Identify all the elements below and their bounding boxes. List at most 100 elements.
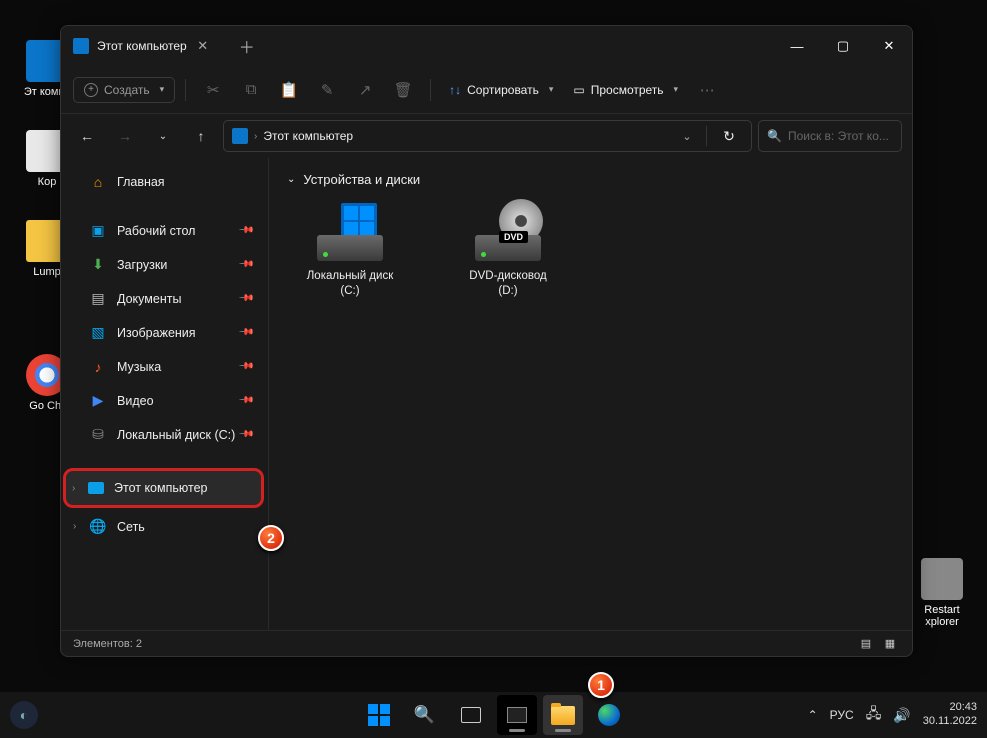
taskbar-app-1[interactable] [497,695,537,735]
chevron-right-icon: › [254,131,257,142]
sidebar-item-this-pc[interactable]: › Этот компьютер [63,468,264,508]
minimize-button[interactable]: — [774,26,820,66]
create-button[interactable]: + Создать ▾ [73,77,175,103]
more-button[interactable]: ⋯ [690,73,724,107]
share-button[interactable]: ↗ [348,73,382,107]
titlebar[interactable]: Этот компьютер ✕ ＋ — ▢ ✕ [61,26,912,66]
sidebar-label: Видео [117,394,154,408]
taskbar-edge[interactable] [589,695,629,735]
chevron-down-icon: ⌄ [287,174,295,185]
view-button[interactable]: ▭ Просмотреть ▾ [565,78,686,102]
tab-close-button[interactable]: ✕ [195,38,211,54]
sidebar-item-local-disk[interactable]: ⛁ Локальный диск (C:) 📌 [67,418,262,451]
clock[interactable]: 20:43 30.11.2022 [923,701,977,729]
copy-button[interactable]: ⧉ [234,73,268,107]
sidebar-item-music[interactable]: ♪ Музыка 📌 [67,350,262,383]
sidebar-item-pictures[interactable]: ▧ Изображения 📌 [67,316,262,349]
sidebar-label: Рабочий стол [117,224,195,238]
pin-icon: 📌 [237,324,254,341]
drive-d[interactable]: DVD DVD-дисковод (D:) [453,197,563,305]
explorer-window: Этот компьютер ✕ ＋ — ▢ ✕ + Создать ▾ ✂ ⧉… [60,25,913,657]
refresh-button[interactable]: ↻ [715,128,743,145]
pin-icon: 📌 [237,426,254,443]
sidebar-label: Главная [117,175,165,189]
chevron-down-icon: ▾ [549,84,554,95]
pin-icon: 📌 [237,358,254,375]
sort-button[interactable]: ↑↓ Сортировать ▾ [441,78,561,102]
address-bar[interactable]: › Этот компьютер ⌄ ↻ [223,120,752,152]
maximize-button[interactable]: ▢ [820,26,866,66]
tab-this-pc[interactable]: Этот компьютер ✕ [61,26,227,66]
content-area[interactable]: ⌄ Устройства и диски Локальный диск (C:) [269,158,912,630]
search-input[interactable]: 🔍 Поиск в: Этот ко... [758,120,902,152]
tray-overflow-button[interactable]: ⌃ [808,708,818,722]
dvd-badge: DVD [499,231,528,243]
sidebar-label: Загрузки [117,258,167,272]
search-placeholder: Поиск в: Этот ко... [788,129,889,143]
globe-icon: 🌐 [89,518,107,536]
widgets-button[interactable]: ◐ [10,701,38,729]
group-title: Устройства и диски [303,172,420,187]
group-header-drives[interactable]: ⌄ Устройства и диски [287,172,894,187]
start-button[interactable] [359,695,399,735]
icons-view-button[interactable]: ▦ [880,634,900,654]
search-icon: 🔍 [414,705,435,725]
taskbar[interactable]: ◐ 🔍 ⌃ РУС 🖧 🔊 20:43 30.11.2022 [0,692,987,738]
video-icon: ▶ [89,392,107,410]
app-icon [507,707,527,723]
desktop-icon-restart[interactable]: Restart xplorer [912,558,972,628]
sidebar-label: Документы [117,292,181,306]
sidebar-item-network[interactable]: › 🌐 Сеть [67,510,262,543]
drive-label: Локальный диск (C:) [301,269,399,299]
drive-icon: ⛁ [89,426,107,444]
taskview-button[interactable] [451,695,491,735]
sidebar-item-downloads[interactable]: ⬇ Загрузки 📌 [67,248,262,281]
download-icon: ⬇ [89,256,107,274]
up-button[interactable]: ↑ [185,120,217,152]
cut-button[interactable]: ✂ [196,73,230,107]
back-button[interactable]: ← [71,120,103,152]
sidebar[interactable]: ⌂ Главная ▣ Рабочий стол 📌 ⬇ Загрузки 📌 … [61,158,269,630]
sidebar-label: Изображения [117,326,196,340]
folder-icon [551,706,575,725]
breadcrumb-item[interactable]: Этот компьютер [263,129,353,143]
language-indicator[interactable]: РУС [830,708,854,722]
drives-row: Локальный диск (C:) DVD DVD-дисковод (D:… [295,197,894,305]
address-dropdown[interactable]: ⌄ [676,130,698,143]
forward-button[interactable]: → [109,120,141,152]
monitor-icon [73,38,89,54]
rename-button[interactable]: ✎ [310,73,344,107]
paste-button[interactable]: 📋 [272,73,306,107]
volume-icon[interactable]: 🔊 [893,707,910,724]
taskbar-explorer[interactable] [543,695,583,735]
chevron-right-icon[interactable]: › [72,483,75,494]
close-button[interactable]: ✕ [866,26,912,66]
sidebar-item-videos[interactable]: ▶ Видео 📌 [67,384,262,417]
chevron-right-icon[interactable]: › [73,521,76,532]
drive-label: DVD-дисковод (D:) [459,269,557,299]
edge-icon [598,704,620,726]
body: ⌂ Главная ▣ Рабочий стол 📌 ⬇ Загрузки 📌 … [61,158,912,630]
pin-icon: 📌 [237,392,254,409]
details-view-button[interactable]: ▤ [856,634,876,654]
create-label: Создать [104,83,150,97]
sidebar-item-home[interactable]: ⌂ Главная [67,165,262,198]
taskbar-center: 🔍 [359,695,629,735]
music-icon: ♪ [89,358,107,376]
sidebar-item-desktop[interactable]: ▣ Рабочий стол 📌 [67,214,262,247]
drive-c[interactable]: Локальный диск (C:) [295,197,405,305]
plus-icon: + [84,83,98,97]
new-tab-button[interactable]: ＋ [227,34,267,58]
toolbar: + Создать ▾ ✂ ⧉ 📋 ✎ ↗ 🗑 ↑↓ Сортировать ▾… [61,66,912,114]
network-icon[interactable]: 🖧 [866,703,882,727]
dvd-drive-icon: DVD [469,203,547,261]
monitor-icon [88,482,104,494]
windows-icon [368,704,390,726]
search-button[interactable]: 🔍 [405,695,445,735]
sidebar-item-documents[interactable]: ▤ Документы 📌 [67,282,262,315]
separator [185,79,186,101]
recent-button[interactable]: ⌄ [147,120,179,152]
weather-icon: ◐ [20,707,28,723]
delete-button[interactable]: 🗑 [386,73,420,107]
separator [430,79,431,101]
